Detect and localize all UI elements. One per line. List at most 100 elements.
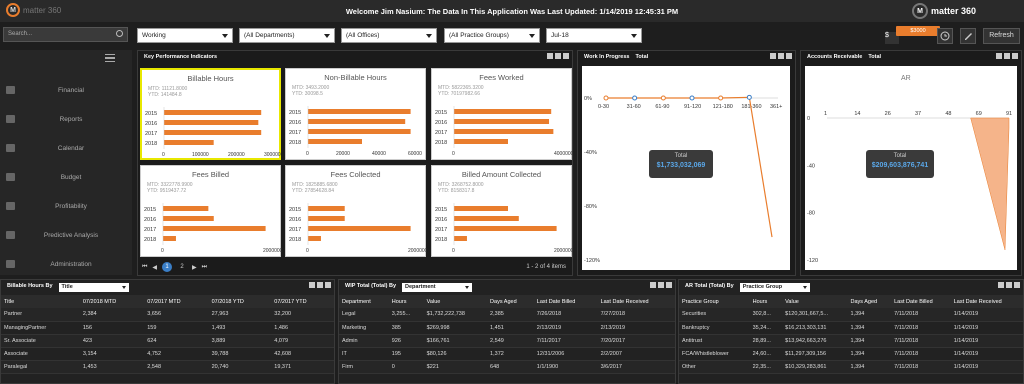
next-page-icon[interactable]: ▶ [192,264,197,271]
table-row[interactable]: Legal 3,255... $1,732,222,738 2,385 7/26/201… [339,308,675,322]
edit-button[interactable] [960,28,976,44]
kpi-card[interactable]: Billable Hours MTD: 11121.8000 YTD: 141484… [140,68,281,160]
department-select[interactable]: (All Departments) [239,28,335,43]
print-icon[interactable] [770,53,776,59]
practice-group-select[interactable]: (All Practice Groups) [444,28,540,43]
column-header[interactable]: Last Date Billed [891,295,951,308]
export-icon[interactable] [666,282,672,288]
wip-point[interactable] [689,95,695,101]
group-by-select[interactable]: Practice Group [739,283,810,292]
table-row[interactable] [679,373,1023,383]
email-icon[interactable] [1006,282,1012,288]
print-icon[interactable] [998,282,1004,288]
office-select[interactable]: (All Offices) [341,28,437,43]
kpi-card[interactable]: Non-Billable Hours MTD: 3493.2000 YTD: 300… [285,68,426,160]
column-header[interactable]: Hours [749,295,783,308]
threshold-badge[interactable]: $3000 [896,26,940,36]
wip-point[interactable] [603,95,609,101]
print-icon[interactable] [309,282,315,288]
email-icon[interactable] [555,53,561,59]
column-header[interactable]: Days Aged [847,295,892,308]
column-header[interactable]: Last Date Received [950,295,1023,308]
table-row[interactable]: Antitrust 28,89... $13,942,663,276 1,394 7/1… [679,334,1023,348]
refresh-button[interactable]: Refresh [983,28,1020,44]
column-header[interactable]: Value [423,295,488,308]
ar-selector[interactable]: Total [868,54,881,60]
column-header[interactable]: Title [1,295,80,308]
table-row[interactable]: Sr. Associate 423 624 3,889 4,079 [1,334,334,348]
table-row[interactable]: Bankruptcy 35,24... $16,213,303,131 1,394 7/… [679,321,1023,335]
kpi-bar-chart: 2015 2016 2017 2018 0 40000000000000000120000… [435,106,573,157]
column-header[interactable]: 07/2018 MTD [79,295,145,308]
table-row[interactable]: Firm 0 $221 648 1/1/1900 3/6/2017 [339,360,675,374]
email-icon[interactable] [658,282,664,288]
sidebar-item-calendar[interactable]: Calendar [6,138,126,158]
column-header[interactable]: Days Aged [487,295,534,308]
prev-page-icon[interactable]: ◀ [152,264,157,271]
table-cell [208,373,272,383]
table-row[interactable] [1,373,334,383]
group-by-value: Title [61,284,73,290]
wip-point[interactable] [718,95,724,101]
table-row[interactable] [339,373,675,383]
last-page-icon[interactable]: ⏭ [202,264,207,271]
export-icon[interactable] [325,282,331,288]
export-icon[interactable] [563,53,569,59]
table-row[interactable]: Associate 3,154 4,752 39,788 42,608 [1,347,334,361]
column-header[interactable]: Value [782,295,848,308]
column-header[interactable]: Practice Group [679,295,750,308]
table-row[interactable]: Marketing 385 $269,998 1,451 2/13/2019 2/13/2… [339,321,675,335]
column-header[interactable]: 07/2018 YTD [208,295,272,308]
column-header[interactable]: Last Date Billed [533,295,598,308]
clock-button[interactable] [937,28,953,44]
table-row[interactable]: Securities 302,8... $120,301,667,5... 1,394… [679,308,1023,322]
table-row[interactable]: Other 22,35... $10,329,283,861 1,394 7/11/20… [679,360,1023,374]
table-row[interactable]: Admin 926 $166,761 2,549 7/11/2017 7/20/2017 [339,334,675,348]
search-input[interactable]: Search... [3,27,128,42]
wip-selector[interactable]: Total [635,54,648,60]
page-1[interactable]: 1 [162,262,173,272]
email-icon[interactable] [317,282,323,288]
export-icon[interactable] [1014,282,1020,288]
column-header[interactable]: Department [339,295,389,308]
sidebar-item-financial[interactable]: Financial [6,80,126,100]
table-row[interactable]: ManagingPartner 156 159 1,493 1,486 [1,321,334,335]
print-icon[interactable] [547,53,553,59]
table-row[interactable]: Partner 2,384 3,656 27,963 32,200 [1,308,334,322]
sidebar-item-reports[interactable]: Reports [6,109,126,129]
group-by-select[interactable]: Title [58,283,129,292]
column-header[interactable]: Last Date Received [597,295,675,308]
kpi-bar [308,109,411,114]
column-header[interactable]: Hours [388,295,424,308]
export-icon[interactable] [1012,53,1018,59]
wip-point[interactable] [660,95,666,101]
kpi-card[interactable]: Fees Collected MTD: 1825885.6800 YTD: 2785… [285,165,427,257]
period-select[interactable]: Jul-18 [546,28,642,43]
table-row[interactable]: IT 195 $80,126 1,372 12/31/2006 2/2/2007 [339,347,675,361]
wip-point[interactable] [746,94,752,100]
export-icon[interactable] [786,53,792,59]
table-row[interactable]: Paralegal 1,453 2,548 20,740 19,371 [1,360,334,374]
sidebar-item-profitability[interactable]: Profitability [6,196,126,216]
kpi-card[interactable]: Fees Worked MTD: 5822365.3200 YTD: 7019798… [431,68,573,160]
group-by-select[interactable]: Department [402,283,473,292]
kpi-card[interactable]: Billed Amount Collected MTD: 3268752.8000… [431,165,573,257]
first-page-icon[interactable]: ⏮ [142,264,147,271]
kpi-card[interactable]: Fees Billed MTD: 3322778.9900 YTD: 9519437… [140,165,282,257]
status-select[interactable]: Working [137,28,233,43]
search-icon[interactable] [116,30,123,37]
email-icon[interactable] [1004,53,1010,59]
wip-point[interactable] [632,95,638,101]
print-icon[interactable] [650,282,656,288]
email-icon[interactable] [778,53,784,59]
sidebar-item-administration[interactable]: Administration [6,254,126,274]
page-2[interactable]: 2 [177,262,187,272]
table-row[interactable]: FCA/Whistleblower 24,60... $11,297,309,156… [679,347,1023,361]
sidebar-item-budget[interactable]: Budget [6,167,126,187]
menu-icon[interactable] [105,54,115,62]
kpi-bar [454,109,552,114]
column-header[interactable]: 07/2017 YTD [271,295,334,308]
sidebar-item-predictive-analysis[interactable]: Predictive Analysis [6,225,126,245]
print-icon[interactable] [996,53,1002,59]
column-header[interactable]: 07/2017 MTD [144,295,209,308]
